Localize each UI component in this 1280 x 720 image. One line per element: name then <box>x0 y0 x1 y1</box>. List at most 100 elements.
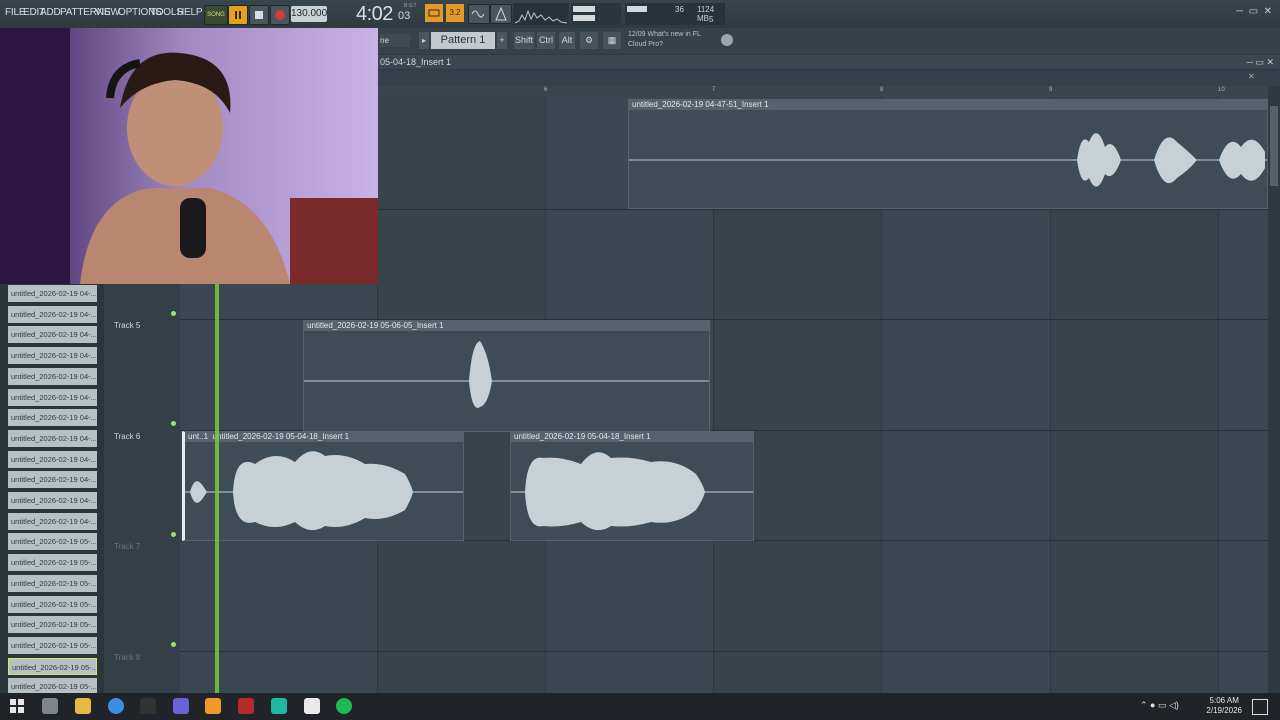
voicemeeter-icon[interactable] <box>238 698 254 714</box>
playlist-vertical-scrollbar[interactable] <box>1268 86 1280 693</box>
record-icon <box>275 10 285 20</box>
browser-file-item[interactable]: untitled_2026-02-19 04-... <box>8 347 97 365</box>
plugin-picker-icon[interactable]: ⚙ <box>580 32 598 49</box>
system-tray-icons[interactable]: ⌃ ● ▭ ◁) <box>1140 700 1179 711</box>
playlist-window-controls[interactable]: ─ ▭ ✕ <box>1247 57 1274 68</box>
menu-item-help[interactable]: HELP <box>177 7 203 18</box>
browser-file-item[interactable]: untitled_2026-02-19 04-... <box>8 492 97 509</box>
snap-button[interactable]: 3.2 <box>446 4 464 22</box>
audio-clip[interactable]: unt..1 untitled_2026-02-19 05-04-18_Inse… <box>182 431 464 541</box>
browser-file-item[interactable]: untitled_2026-02-19 04-... <box>8 305 97 323</box>
polyphony-value: 5 <box>709 15 714 24</box>
browser-file-item[interactable]: untitled_2026-02-19 04-... <box>8 326 97 344</box>
browser-panel: untitled_2026-02-19 04-... untitled_2026-… <box>0 284 104 696</box>
song-time-ticks: 03 <box>398 10 411 22</box>
record-button[interactable] <box>270 5 290 25</box>
browser-file-item[interactable]: untitled_2026-02-19 05-... <box>8 636 97 654</box>
spotify-icon[interactable] <box>336 698 352 714</box>
fl-studio-icon[interactable] <box>205 698 221 714</box>
discord-icon[interactable] <box>173 698 189 714</box>
chrome-icon[interactable] <box>108 698 124 714</box>
browser-file-item[interactable]: untitled_2026-02-19 04-... <box>8 471 97 489</box>
ruler-tick: 7 <box>712 87 716 93</box>
window-controls[interactable]: ─ ▭ ✕ <box>1236 6 1272 17</box>
track-label-6[interactable]: Track 6 <box>114 432 140 441</box>
pattern-selector[interactable]: Pattern 1 <box>431 32 495 49</box>
browser-file-item[interactable]: untitled_2026-02-19 05-... <box>8 574 97 592</box>
alt-button[interactable]: Alt <box>559 32 575 49</box>
pattern-arrow-icon[interactable]: ▸ <box>419 32 429 49</box>
browser-file-item[interactable]: untitled_2026-02-19 04-... <box>8 285 97 302</box>
webcam-overlay <box>0 28 378 284</box>
track-mute-led[interactable] <box>171 532 176 537</box>
audio-clip[interactable]: untitled_2026-02-19 05-04-18_Insert 1 <box>510 431 754 541</box>
menu-item-add[interactable]: ADD <box>40 7 61 18</box>
scrollbar-thumb[interactable] <box>1270 106 1278 186</box>
playlist-overview-bar[interactable]: ✕ <box>378 70 1280 86</box>
clock-time: 5:06 AM <box>1209 696 1239 705</box>
file-explorer-icon[interactable] <box>75 698 91 714</box>
capcut-icon[interactable] <box>304 698 320 714</box>
metronome-button[interactable] <box>490 4 512 24</box>
shift-button[interactable]: Shift <box>514 32 534 49</box>
ruler-tick: 8 <box>880 87 884 93</box>
playhead-marker[interactable] <box>215 284 219 693</box>
timeline-ruler[interactable]: 6 7 8 9 10 <box>378 86 1268 97</box>
news-panel[interactable]: 12/09 What's new in FL Cloud Pro? <box>628 30 718 50</box>
playlist-mode-select[interactable]: ne <box>380 34 410 47</box>
clip-title: unt..1 untitled_2026-02-19 05-04-18_Inse… <box>185 432 463 442</box>
browser-file-item[interactable]: untitled_2026-02-19 04-... <box>8 429 97 447</box>
browser-file-item[interactable]: untitled_2026-02-19 04-... <box>8 367 97 385</box>
windows-taskbar <box>0 693 1280 720</box>
settings-icon[interactable] <box>42 698 58 714</box>
song-time-display[interactable]: 4:02 <box>356 3 393 26</box>
clip-waveform <box>629 133 1267 187</box>
taskbar-clock[interactable]: 5:06 AM 2/19/2026 <box>1206 696 1242 716</box>
shop-icon[interactable]: ▦ <box>603 32 621 49</box>
news-line-1: 12/09 What's new in FL <box>628 31 701 38</box>
wave-icon <box>471 10 485 18</box>
browser-file-item[interactable]: untitled_2026-02-19 05-... <box>8 595 97 613</box>
browser-file-item[interactable]: untitled_2026-02-19 04-... <box>8 512 97 530</box>
tempo-display[interactable]: 130.000 <box>291 6 327 22</box>
oscilloscope-display <box>513 3 569 25</box>
news-globe-icon[interactable] <box>721 34 733 46</box>
track-label-7[interactable]: Track 7 <box>114 542 140 551</box>
browser-file-item[interactable]: untitled_2026-02-19 04-... <box>8 450 97 468</box>
stop-button[interactable] <box>249 5 269 25</box>
cpu-memory-panel: 36 1124 MB 5 <box>625 3 725 25</box>
track-label-5[interactable]: Track 5 <box>114 321 140 330</box>
oscilloscope-waveform <box>514 9 568 24</box>
browser-file-item[interactable]: untitled_2026-02-19 04-... <box>8 388 97 406</box>
add-pattern-icon[interactable]: + <box>497 32 507 49</box>
wait-input-button[interactable] <box>468 4 490 24</box>
clip-waveform <box>511 452 753 531</box>
notification-icon[interactable] <box>1252 699 1268 715</box>
pause-button[interactable] <box>228 5 248 25</box>
epic-games-icon[interactable] <box>140 698 156 714</box>
browser-file-item[interactable]: untitled_2026-02-19 05-... <box>8 657 97 675</box>
audio-clip[interactable]: untitled_2026-02-19 05-06-05_Insert 1 <box>303 320 710 432</box>
pattern-mode-button[interactable] <box>425 4 443 22</box>
track-label-8[interactable]: Track 8 <box>114 653 140 662</box>
menu-item-view[interactable]: VIEW <box>95 7 120 18</box>
app-icon[interactable] <box>271 698 287 714</box>
ruler-tick: 10 <box>1218 87 1225 93</box>
song-mode-button[interactable]: SONG <box>204 5 228 25</box>
playlist-title: 05-04-18_Insert 1 <box>380 57 452 67</box>
clip-title: untitled_2026-02-19 05-04-18_Insert 1 <box>511 432 753 442</box>
browser-file-item[interactable]: untitled_2026-02-19 05-... <box>8 554 97 572</box>
track-mute-led[interactable] <box>171 311 176 316</box>
clip-title: untitled_2026-02-19 04-47-51_Insert 1 <box>629 100 1267 110</box>
ctrl-button[interactable]: Ctrl <box>537 32 555 49</box>
track-mute-led[interactable] <box>171 421 176 426</box>
start-icon[interactable] <box>9 698 25 714</box>
browser-file-item[interactable]: untitled_2026-02-19 05-... <box>8 616 97 634</box>
browser-file-item[interactable]: untitled_2026-02-19 04-... <box>8 409 97 427</box>
clip-title: untitled_2026-02-19 05-06-05_Insert 1 <box>304 321 709 331</box>
ruler-tick: 6 <box>544 87 548 93</box>
track-mute-led[interactable] <box>171 642 176 647</box>
browser-file-item[interactable]: untitled_2026-02-19 05-... <box>8 533 97 551</box>
audio-clip[interactable]: untitled_2026-02-19 04-47-51_Insert 1 <box>628 99 1268 209</box>
overview-close-icon[interactable]: ✕ <box>1248 72 1258 82</box>
